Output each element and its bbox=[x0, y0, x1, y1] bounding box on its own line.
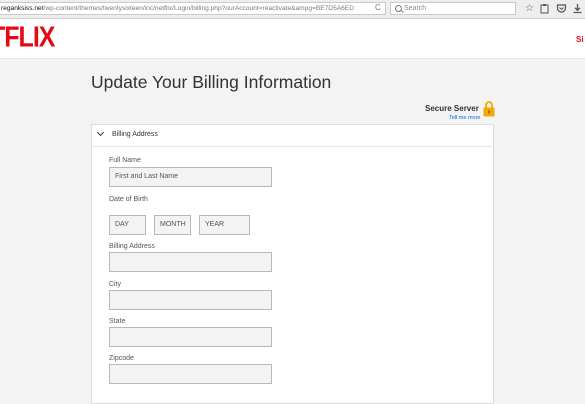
city-label: City bbox=[109, 281, 122, 288]
url-path: /wp-content/themes/twentysixteen/inc/net… bbox=[43, 5, 354, 12]
page-title: Update Your Billing Information bbox=[91, 72, 332, 92]
zipcode-label: Zipcode bbox=[109, 355, 134, 362]
billing-address-label: Billing Address bbox=[109, 243, 155, 250]
day-input[interactable]: DAY bbox=[109, 215, 146, 235]
browser-search-input[interactable]: Search bbox=[390, 2, 516, 15]
full-name-input[interactable]: First and Last Name bbox=[109, 167, 272, 187]
billing-address-header[interactable]: Billing Address bbox=[92, 125, 493, 147]
site-header: TFLIX Si bbox=[0, 19, 585, 59]
state-input[interactable] bbox=[109, 327, 272, 347]
lock-icon bbox=[483, 100, 495, 117]
url-host: reganksiss.net bbox=[1, 5, 44, 12]
netflix-logo[interactable]: TFLIX bbox=[0, 21, 55, 54]
download-icon[interactable] bbox=[572, 3, 583, 14]
year-input[interactable]: YEAR bbox=[199, 215, 250, 235]
full-name-label: Full Name bbox=[109, 157, 141, 164]
secure-server-label: Secure Server bbox=[425, 104, 479, 113]
billing-address-panel: Billing Address Full Name First and Last… bbox=[91, 124, 494, 404]
zipcode-input[interactable] bbox=[109, 364, 272, 384]
date-of-birth-label: Date of Birth bbox=[109, 196, 148, 203]
sign-out-link[interactable]: Si bbox=[576, 35, 584, 44]
search-icon bbox=[395, 5, 402, 12]
chevron-down-icon bbox=[96, 128, 105, 137]
state-label: State bbox=[109, 318, 126, 325]
month-input[interactable]: MONTH bbox=[154, 215, 191, 235]
reload-icon[interactable]: C bbox=[375, 2, 381, 13]
clipboard-icon[interactable] bbox=[539, 3, 550, 14]
billing-address-input[interactable] bbox=[109, 252, 272, 272]
billing-address-title: Billing Address bbox=[112, 131, 158, 138]
bookmark-star-icon[interactable]: ☆ bbox=[524, 3, 535, 14]
search-placeholder: Search bbox=[404, 5, 427, 12]
tell-me-more-link[interactable]: Tell me more bbox=[449, 115, 480, 121]
address-bar[interactable]: reganksiss.net/wp-content/themes/twentys… bbox=[0, 2, 386, 15]
browser-toolbar: reganksiss.net/wp-content/themes/twentys… bbox=[0, 0, 585, 19]
pocket-icon[interactable] bbox=[556, 3, 567, 14]
city-input[interactable] bbox=[109, 290, 272, 310]
